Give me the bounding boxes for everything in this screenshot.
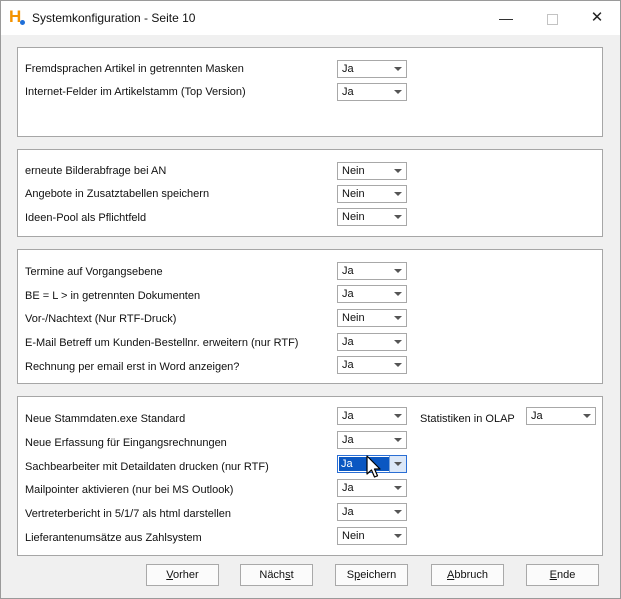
olap-label: Statistiken in OLAP xyxy=(420,413,515,425)
dropdown-value: Ja xyxy=(342,336,354,348)
setting-label: Vertreterbericht in 5/1/7 als html darst… xyxy=(25,508,232,520)
settings-group-4: Neue Stammdaten.exe Standard Ja Statisti… xyxy=(17,396,603,556)
setting-dropdown[interactable]: Nein xyxy=(337,162,407,180)
settings-group-3: Termine auf Vorgangsebene Ja BE = L > in… xyxy=(17,249,603,384)
mouse-pointer-icon xyxy=(366,455,381,478)
chevron-down-icon[interactable] xyxy=(390,163,406,179)
chevron-down-icon[interactable] xyxy=(390,186,406,202)
setting-dropdown[interactable]: Ja xyxy=(337,431,407,449)
dropdown-value: Ja xyxy=(342,86,354,98)
chevron-down-icon[interactable] xyxy=(390,84,406,100)
dropdown-value: Ja xyxy=(342,265,354,277)
olap-dropdown[interactable]: Ja xyxy=(526,407,596,425)
setting-label: E-Mail Betreff um Kunden-Bestellnr. erwe… xyxy=(25,337,299,349)
setting-dropdown[interactable]: Ja xyxy=(337,83,407,101)
previous-button[interactable]: Vorher xyxy=(146,564,219,586)
save-button[interactable]: Speichern xyxy=(335,564,408,586)
chevron-down-icon[interactable] xyxy=(390,61,406,77)
setting-dropdown[interactable]: Ja xyxy=(337,262,407,280)
close-button[interactable]: ✕ xyxy=(574,1,620,35)
dropdown-value: Ja xyxy=(342,359,354,371)
setting-label: BE = L > in getrennten Dokumenten xyxy=(25,290,201,302)
setting-dropdown[interactable]: Ja xyxy=(337,60,407,78)
setting-dropdown[interactable]: Nein xyxy=(337,185,407,203)
maximize-button[interactable] xyxy=(529,1,575,35)
previous-label: orher xyxy=(173,569,199,581)
save-label-start: S xyxy=(346,569,355,581)
dropdown-value: Nein xyxy=(342,188,365,200)
setting-dropdown[interactable]: Nein xyxy=(337,527,407,545)
window-title: Systemkonfiguration - Seite 10 xyxy=(32,11,196,25)
setting-dropdown[interactable]: Nein xyxy=(337,208,407,226)
setting-dropdown[interactable]: Ja xyxy=(337,285,407,303)
setting-dropdown[interactable]: Ja xyxy=(337,356,407,374)
end-button[interactable]: Ende xyxy=(526,564,599,586)
dropdown-value: Nein xyxy=(342,211,365,223)
chevron-down-icon[interactable] xyxy=(389,456,406,472)
end-mnemonic: E xyxy=(549,569,557,581)
chevron-down-icon[interactable] xyxy=(390,334,406,350)
dropdown-value: Nein xyxy=(342,530,365,542)
next-label-end: t xyxy=(290,569,294,581)
dropdown-value: Ja xyxy=(342,63,354,75)
chevron-down-icon[interactable] xyxy=(390,480,406,496)
setting-dropdown[interactable]: Ja xyxy=(337,407,407,425)
minimize-button[interactable]: — xyxy=(483,1,529,35)
chevron-down-icon[interactable] xyxy=(390,528,406,544)
setting-label: Lieferantenumsätze aus Zahlsystem xyxy=(25,532,202,544)
dropdown-value: Ja xyxy=(342,482,354,494)
setting-label: Vor-/Nachtext (Nur RTF-Druck) xyxy=(25,313,177,325)
save-label-end: eichern xyxy=(360,569,397,581)
maximize-icon xyxy=(546,13,558,25)
dropdown-value: Nein xyxy=(342,312,365,324)
chevron-down-icon[interactable] xyxy=(390,209,406,225)
setting-dropdown[interactable]: Ja xyxy=(337,333,407,351)
setting-dropdown[interactable]: Nein xyxy=(337,309,407,327)
chevron-down-icon[interactable] xyxy=(390,286,406,302)
settings-group-1: Fremdsprachen Artikel in getrennten Mask… xyxy=(17,47,603,137)
setting-label: erneute Bilderabfrage bei AN xyxy=(25,165,167,177)
setting-label: Sachbearbeiter mit Detaildaten drucken (… xyxy=(25,461,269,473)
setting-label: Ideen-Pool als Pflichtfeld xyxy=(25,212,147,224)
chevron-down-icon[interactable] xyxy=(390,432,406,448)
chevron-down-icon[interactable] xyxy=(390,310,406,326)
dropdown-value: Ja xyxy=(342,506,354,518)
chevron-down-icon[interactable] xyxy=(579,408,595,424)
setting-label: Fremdsprachen Artikel in getrennten Mask… xyxy=(25,63,244,75)
settings-group-2: erneute Bilderabfrage bei AN Nein Angebo… xyxy=(17,149,603,237)
dropdown-value: Nein xyxy=(342,165,365,177)
dropdown-value: Ja xyxy=(531,410,543,422)
chevron-down-icon[interactable] xyxy=(390,357,406,373)
setting-label: Neue Stammdaten.exe Standard xyxy=(25,413,186,425)
setting-label: Rechnung per email erst in Word anzeigen… xyxy=(25,361,240,373)
previous-mnemonic: V xyxy=(166,569,174,581)
title-bar: H Systemkonfiguration - Seite 10 — ✕ xyxy=(1,1,620,35)
dropdown-value: Ja xyxy=(342,410,354,422)
end-label: nde xyxy=(556,569,576,581)
next-button[interactable]: Nächst xyxy=(240,564,313,586)
chevron-down-icon[interactable] xyxy=(390,263,406,279)
setting-label: Mailpointer aktivieren (nur bei MS Outlo… xyxy=(25,484,234,496)
setting-label: Internet-Felder im Artikelstamm (Top Ver… xyxy=(25,86,246,98)
setting-dropdown[interactable]: Ja xyxy=(337,503,407,521)
config-window: H Systemkonfiguration - Seite 10 — ✕ Fre… xyxy=(0,0,621,599)
setting-label: Angebote in Zusatztabellen speichern xyxy=(25,188,210,200)
chevron-down-icon[interactable] xyxy=(390,408,406,424)
setting-label: Termine auf Vorgangsebene xyxy=(25,266,163,278)
app-logo-icon: H xyxy=(9,8,25,26)
dropdown-value: Ja xyxy=(342,288,354,300)
cancel-label: bbruch xyxy=(454,569,488,581)
setting-label: Neue Erfassung für Eingangsrechnungen xyxy=(25,437,227,449)
setting-dropdown[interactable]: Ja xyxy=(337,479,407,497)
next-label-start: Näch xyxy=(259,569,286,581)
chevron-down-icon[interactable] xyxy=(390,504,406,520)
cancel-button[interactable]: Abbruch xyxy=(431,564,504,586)
dropdown-value: Ja xyxy=(342,434,354,446)
